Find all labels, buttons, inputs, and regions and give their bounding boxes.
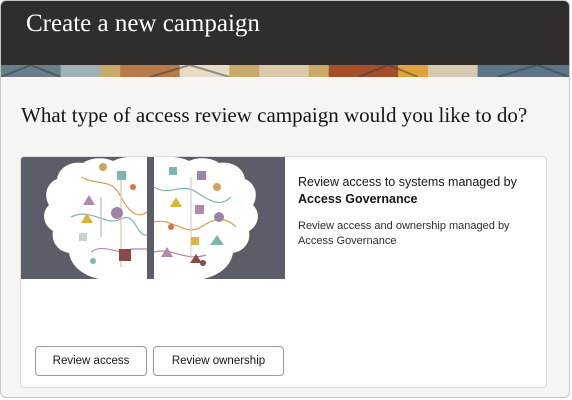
- dialog-frame: Create a new campaign What type of acces…: [0, 0, 570, 398]
- card-heading: Review access to systems managed by Acce…: [298, 174, 538, 208]
- review-ownership-button[interactable]: Review ownership: [153, 346, 284, 376]
- decorative-banner: [1, 65, 569, 77]
- card-heading-text: Review access to systems managed by: [298, 175, 517, 189]
- campaign-type-card: Review access to systems managed by Acce…: [20, 156, 547, 388]
- review-access-button[interactable]: Review access: [35, 346, 147, 376]
- header-bar: Create a new campaign: [1, 1, 569, 65]
- section-question: What type of access review campaign woul…: [21, 103, 528, 127]
- card-heading-bold: Access Governance: [298, 192, 418, 206]
- page-title: Create a new campaign: [26, 10, 260, 37]
- card-description: Review access and ownership managed by A…: [298, 220, 510, 247]
- brain-illustration: [21, 157, 285, 279]
